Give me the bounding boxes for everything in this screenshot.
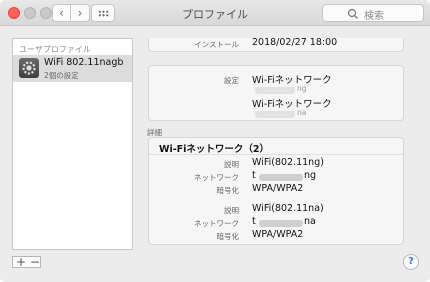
profile-gear-icon (19, 58, 39, 78)
setting-1-ssid-suffix: ng (297, 84, 307, 93)
redacted-ssid (255, 87, 295, 94)
network-1-ssid-suffix: ng (304, 170, 317, 181)
profile-list: ユーザプロファイル WiFi 802.11nagb 2個の設定 (12, 38, 133, 250)
redacted-ssid (255, 111, 295, 118)
profile-item-wifi[interactable]: WiFi 802.11nagb 2個の設定 (13, 55, 132, 82)
help-button[interactable]: ? (403, 254, 419, 270)
network-2-desc: WiFi(802.11na) (252, 203, 324, 214)
network-2-ssid-suffix: na (304, 216, 316, 227)
install-date: 2018/02/27 18:00 (252, 38, 338, 48)
profile-detail: インストール 2018/02/27 18:00 設定 Wi-Fiネットワーク n… (137, 38, 417, 250)
desc-label: 説明 (224, 160, 239, 169)
redacted-ssid (259, 174, 303, 181)
network-card-title: Wi-Fiネットワーク（2） (159, 144, 270, 155)
remove-profile-button[interactable]: − (30, 255, 40, 269)
toolbar: ‹ › プロファイル 検索 (0, 0, 430, 26)
settings-card: 設定 Wi-Fiネットワーク ng Wi-Fiネットワーク na (148, 65, 404, 121)
profile-name: WiFi 802.11nagb (44, 57, 124, 68)
encryption-label: 暗号化 (216, 186, 240, 195)
network-card: Wi-Fiネットワーク（2） 説明 WiFi(802.11ng) ネットワーク … (148, 137, 404, 245)
network-2-ssid-prefix: t (252, 216, 256, 227)
search-icon (347, 8, 358, 19)
profile-subtitle: 2個の設定 (44, 71, 79, 80)
network-2-encryption: WPA/WPA2 (252, 229, 304, 240)
encryption-label: 暗号化 (216, 232, 240, 241)
add-profile-button[interactable]: + (16, 255, 26, 269)
setting-2-ssid-suffix: na (297, 108, 307, 117)
redacted-ssid (259, 220, 303, 227)
network-1-ssid-prefix: t (252, 170, 256, 181)
install-label: インストール (194, 40, 239, 49)
profiles-window: ‹ › プロファイル 検索 ユーザプロファイル WiFi 802.11nagb … (0, 0, 430, 282)
add-remove-control: + − (12, 255, 41, 269)
setting-2-title: Wi-Fiネットワーク (252, 99, 332, 110)
network-1-desc: WiFi(802.11ng) (252, 157, 324, 168)
card-divider (149, 154, 403, 155)
setting-1-title: Wi-Fiネットワーク (252, 75, 332, 86)
install-card: インストール 2018/02/27 18:00 (148, 38, 404, 52)
network-label: ネットワーク (194, 219, 239, 228)
settings-label: 設定 (224, 76, 239, 85)
search-placeholder: 検索 (364, 11, 384, 22)
user-profiles-header: ユーザプロファイル (19, 45, 91, 54)
network-label: ネットワーク (194, 173, 239, 182)
desc-label: 説明 (224, 206, 239, 215)
search-field[interactable]: 検索 (322, 4, 424, 22)
network-1-encryption: WPA/WPA2 (252, 183, 304, 194)
